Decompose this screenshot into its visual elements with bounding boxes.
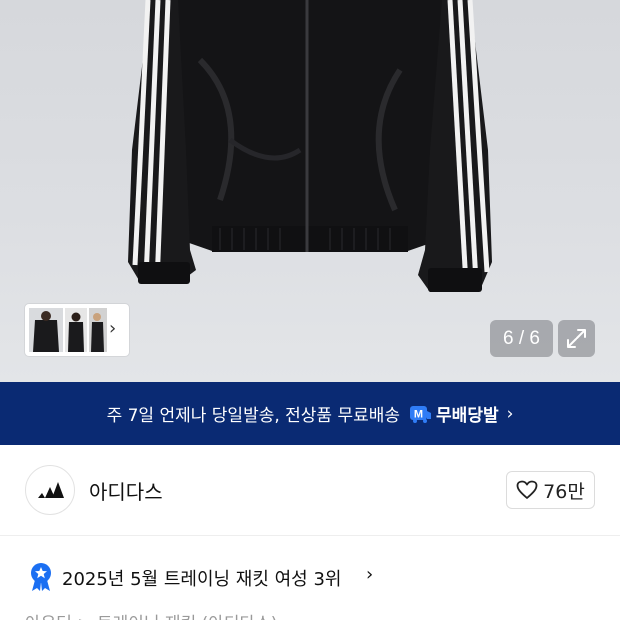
expand-button[interactable] bbox=[558, 320, 595, 357]
breadcrumb[interactable]: 아우터 > 트레이닝 재킷 (아디다스) bbox=[25, 609, 277, 620]
promo-text: 주 7일 언제나 당일발송, 전상품 무료배송 bbox=[106, 406, 401, 426]
expand-icon bbox=[567, 329, 586, 348]
brand-logo[interactable] bbox=[25, 465, 75, 515]
adidas-logo-icon bbox=[38, 482, 64, 498]
divider bbox=[0, 535, 620, 536]
chevron-right-icon: › bbox=[366, 564, 374, 585]
promo-badge-label: 무배당발 bbox=[436, 406, 499, 426]
like-button[interactable]: 76만 bbox=[506, 471, 595, 509]
musinsa-delivery-icon: M bbox=[410, 405, 432, 423]
chevron-right-icon[interactable]: › bbox=[109, 318, 123, 340]
product-page: › 6 / 6 주 7일 언제나 당일발송, 전상품 무료배송 M 무배당발 › bbox=[0, 0, 620, 620]
chevron-right-icon: › bbox=[506, 403, 514, 424]
image-page-counter: 6 / 6 bbox=[490, 320, 553, 357]
free-shipping-banner[interactable]: 주 7일 언제나 당일발송, 전상품 무료배송 M 무배당발 › bbox=[0, 382, 620, 445]
like-count: 76만 bbox=[543, 480, 585, 503]
thumbnail-images bbox=[29, 308, 107, 352]
ranking-badge-icon bbox=[31, 563, 51, 591]
badge-letter: M bbox=[414, 408, 423, 420]
brand-row: 아디다스 76만 bbox=[0, 445, 620, 535]
heart-icon bbox=[516, 480, 538, 499]
thumbnail-strip[interactable]: › bbox=[25, 304, 129, 356]
ranking-row[interactable]: 2025년 5월 트레이닝 재킷 여성 3위 › bbox=[0, 556, 620, 596]
brand-name[interactable]: 아디다스 bbox=[89, 476, 163, 505]
ranking-text: 2025년 5월 트레이닝 재킷 여성 3위 bbox=[62, 569, 342, 590]
product-image-gallery[interactable]: › 6 / 6 bbox=[0, 0, 620, 382]
